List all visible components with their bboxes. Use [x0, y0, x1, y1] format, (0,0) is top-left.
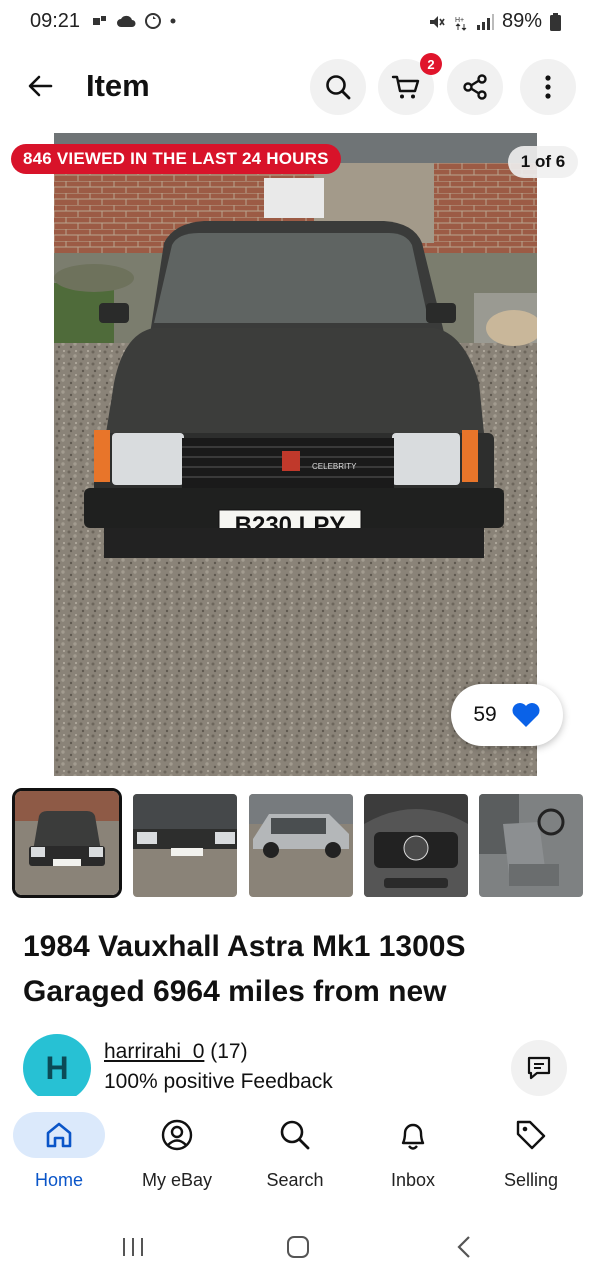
main-car-photo[interactable]: CELEBRITY B230 LPY — [54, 133, 537, 776]
thumbnail-5[interactable] — [479, 794, 583, 897]
watch-button[interactable]: 59 — [451, 684, 563, 746]
nav-search-icon-wrap — [249, 1112, 341, 1158]
listing-title: 1984 Vauxhall Astra Mk1 1300S Garaged 69… — [23, 930, 466, 1008]
back-arrow-icon — [28, 75, 53, 97]
nav-search[interactable]: Search — [245, 1112, 345, 1202]
more-vertical-icon — [545, 75, 551, 99]
thumbnail-image — [364, 794, 468, 897]
message-icon — [527, 1056, 551, 1080]
dot-icon — [170, 18, 176, 24]
system-navigation-bar — [0, 1210, 591, 1280]
thumbnail-image — [249, 794, 353, 897]
nav-search-label: Search — [266, 1170, 324, 1190]
nav-home-label: Home — [34, 1170, 83, 1190]
nav-inbox[interactable]: Inbox — [363, 1112, 463, 1202]
back-button[interactable] — [20, 68, 60, 104]
battery-percent: 89% — [501, 10, 542, 32]
thumbnail-3[interactable] — [249, 794, 353, 897]
car-photo-illustration: CELEBRITY B230 LPY — [54, 133, 537, 776]
contact-seller-button[interactable] — [511, 1040, 567, 1096]
page-title: Item — [86, 68, 150, 103]
seller-username-link[interactable]: harrirahi_0 — [104, 1040, 204, 1063]
data-icon: H+ — [455, 17, 467, 31]
home-system-button[interactable] — [278, 1232, 318, 1262]
search-button[interactable] — [310, 59, 366, 115]
viewed-badge: 846 VIEWED IN THE LAST 24 HOURS — [11, 144, 341, 174]
watch-count: 59 — [473, 703, 497, 726]
app-bar: Item 2 — [0, 53, 591, 116]
cart-count-badge: 2 — [420, 53, 442, 75]
svg-text:H+: H+ — [455, 17, 464, 24]
recent-apps-button[interactable] — [113, 1232, 153, 1262]
seller-avatar[interactable]: H — [23, 1034, 91, 1102]
sync-icon — [145, 13, 161, 29]
mute-icon — [429, 15, 445, 28]
grille-badge-text: CELEBRITY — [312, 462, 357, 471]
status-system-icons: H+ 89% — [428, 10, 561, 33]
battery-icon — [550, 12, 561, 31]
nav-my-ebay[interactable]: My eBay — [127, 1112, 227, 1202]
home-icon — [46, 1122, 72, 1148]
thumbnail-2[interactable] — [133, 794, 237, 897]
search-icon — [280, 1120, 310, 1150]
bell-icon — [401, 1123, 425, 1150]
nav-my-ebay-icon-wrap — [131, 1112, 223, 1158]
nav-inbox-label: Inbox — [390, 1170, 436, 1190]
cart-button[interactable]: 2 — [378, 53, 442, 115]
nav-selling-label: Selling — [503, 1170, 559, 1190]
seller-feedback-score: (17) — [210, 1040, 248, 1063]
thumbnail-image — [133, 794, 237, 897]
nav-selling-icon-wrap — [485, 1112, 577, 1158]
status-bar: 09:21 H+ 89% — [0, 0, 591, 44]
nav-my-ebay-label: My eBay — [141, 1170, 213, 1190]
search-icon — [326, 75, 351, 100]
item-image-gallery[interactable]: CELEBRITY B230 LPY 59 — [0, 133, 591, 776]
cart-icon — [391, 75, 420, 99]
share-button[interactable] — [447, 59, 503, 115]
seller-name-row: harrirahi_0 (17) — [104, 1040, 248, 1064]
status-time: 09:21 — [30, 10, 81, 32]
back-system-button[interactable] — [444, 1232, 484, 1262]
nav-inbox-icon-wrap — [367, 1112, 459, 1158]
recent-apps-icon — [123, 1238, 143, 1256]
more-options-button[interactable] — [520, 59, 576, 115]
home-square-icon — [287, 1236, 309, 1258]
thumbnail-strip — [12, 788, 591, 904]
user-icon — [161, 1119, 193, 1151]
nav-home-icon-wrap — [13, 1112, 105, 1158]
status-notification-icons — [92, 12, 176, 30]
share-icon — [463, 74, 487, 100]
nav-selling[interactable]: Selling — [481, 1112, 581, 1202]
back-chevron-icon — [457, 1236, 470, 1258]
thumbnail-image — [15, 791, 119, 895]
thumbnail-image — [479, 794, 583, 897]
teams-icon — [93, 16, 106, 25]
thumbnail-1[interactable] — [12, 788, 122, 898]
thumbnail-4[interactable] — [364, 794, 468, 897]
heart-icon — [512, 703, 540, 727]
nav-home[interactable]: Home — [9, 1112, 109, 1202]
image-counter: 1 of 6 — [508, 146, 578, 178]
cloud-icon — [117, 15, 136, 27]
seller-card[interactable]: H harrirahi_0 (17) 100% positive Feedbac… — [23, 1034, 583, 1102]
bottom-navigation: Home My eBay Search Inbox Selling — [0, 1096, 591, 1210]
tag-icon — [516, 1120, 546, 1150]
signal-icon — [476, 13, 494, 30]
seller-feedback-text: 100% positive Feedback — [104, 1070, 333, 1093]
